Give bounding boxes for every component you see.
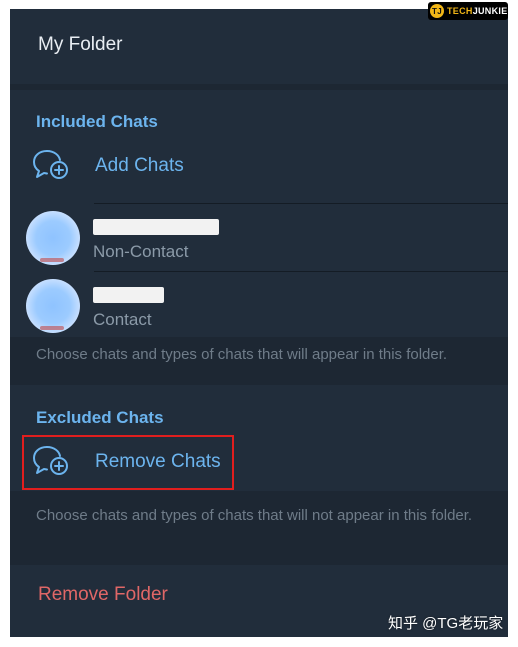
highlight-box — [22, 435, 234, 490]
logo-badge: TJ — [430, 4, 444, 18]
redacted-name — [93, 287, 164, 303]
avatar-mark — [40, 258, 64, 262]
included-chats-title: Included Chats — [36, 112, 158, 131]
add-chats-button[interactable]: Add Chats — [10, 134, 508, 194]
techjunkie-logo: TJ TECH JUNKIE — [428, 2, 508, 20]
logo-junkie: JUNKIE — [472, 6, 508, 16]
chat-row[interactable]: Contact — [10, 272, 508, 338]
avatar — [26, 279, 80, 333]
chat-subtitle: Contact — [93, 310, 152, 329]
page-title: My Folder — [38, 34, 123, 55]
redacted-name — [93, 219, 219, 235]
chat-plus-icon — [33, 150, 68, 179]
chat-subtitle: Non-Contact — [93, 242, 189, 261]
included-hint: Choose chats and types of chats that wil… — [36, 346, 448, 363]
remove-folder-button[interactable]: Remove Folder — [38, 584, 168, 606]
avatar-mark — [40, 326, 64, 330]
app-header: My Folder — [10, 9, 508, 84]
add-chats-label: Add Chats — [95, 155, 184, 176]
included-chats-section: Included Chats Add Chats Non-Contact Con… — [10, 90, 508, 337]
excluded-chats-title: Excluded Chats — [36, 408, 164, 427]
avatar — [26, 211, 80, 265]
folder-settings-screen: My Folder Included Chats Add Chats Non-C… — [10, 9, 508, 637]
logo-tech: TECH — [447, 6, 473, 16]
excluded-hint: Choose chats and types of chats that wil… — [36, 507, 473, 524]
chat-row[interactable]: Non-Contact — [10, 204, 508, 270]
watermark: 知乎 @TG老玩家 — [388, 615, 504, 632]
